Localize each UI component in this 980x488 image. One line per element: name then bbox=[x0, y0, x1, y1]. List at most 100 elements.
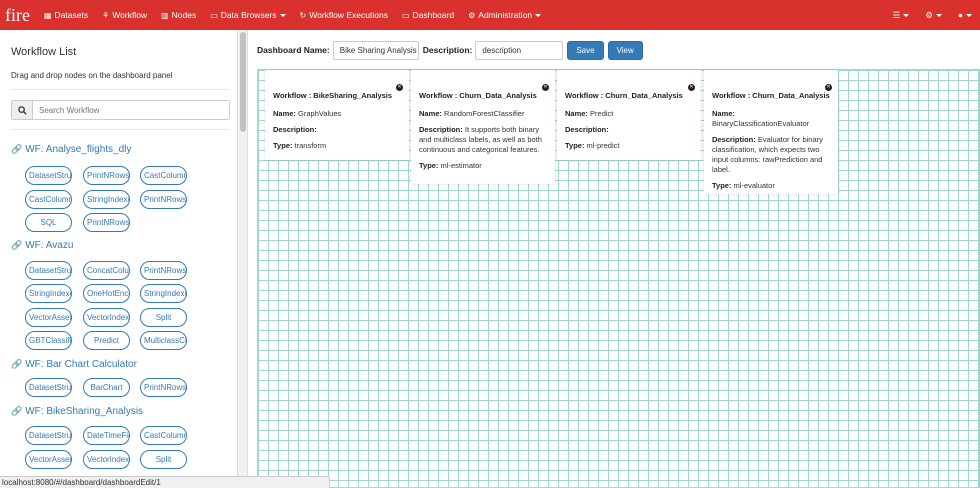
card-name: Predict bbox=[590, 109, 614, 118]
card-name: BinaryClassificationEvaluator bbox=[712, 119, 810, 128]
search-icon[interactable] bbox=[12, 101, 33, 119]
node-pill[interactable]: Split bbox=[140, 308, 187, 327]
top-navbar: fire ▦ Datasets ⚘ Workflow ▥ Nodes ▭ Data Br… bbox=[0, 0, 980, 30]
node-pill[interactable]: GBTClassifier bbox=[25, 331, 72, 350]
nav-list-menu[interactable]: ☰ bbox=[893, 10, 910, 21]
monitor-icon: ▭ bbox=[401, 10, 410, 20]
node-pill[interactable]: PrintNRows bbox=[83, 166, 130, 185]
node-pill[interactable]: SQL bbox=[25, 213, 72, 232]
card-workflow: Workflow : Churn_Data_Analysis bbox=[712, 91, 830, 100]
dashboard-grid-panel[interactable]: ✕ Workflow : BikeSharing_Analysis Name: … bbox=[257, 69, 980, 488]
gears-icon: ⚙ bbox=[925, 9, 933, 20]
description-label: Description: bbox=[422, 45, 473, 55]
browser-status-bar: localhost:8080/#/dashboard/dashboardEdit… bbox=[0, 476, 330, 488]
card-workflow: Workflow : Churn_Data_Analysis bbox=[419, 91, 537, 100]
brand-logo[interactable]: fire bbox=[5, 0, 30, 30]
node-pill[interactable]: StringIndexer bbox=[140, 284, 187, 303]
node-pill[interactable]: Split bbox=[140, 450, 187, 469]
node-pill[interactable]: CastColumn bbox=[140, 166, 187, 185]
node-pill[interactable]: DatasetStructure bbox=[25, 426, 72, 445]
node-pill[interactable]: DatasetStructure bbox=[25, 166, 72, 185]
nav-right: ☰ ⚙ ● bbox=[877, 0, 972, 30]
node-pill[interactable]: VectorIndexer bbox=[83, 450, 130, 469]
dashboard-card[interactable]: ✕ Workflow : BikeSharing_Analysis Name: … bbox=[265, 70, 409, 160]
nav-workflow-executions[interactable]: ↻ Workflow Executions bbox=[300, 10, 388, 20]
node-pill[interactable]: OneHotEncoder bbox=[83, 284, 130, 303]
card-name: RandomForestClassifier bbox=[444, 109, 525, 118]
node-pill[interactable]: PrintNRows bbox=[83, 213, 130, 232]
node-pill[interactable]: PrintNRows bbox=[140, 261, 187, 280]
dashboard-card[interactable]: ✕ Workflow : Churn_Data_Analysis Name: R… bbox=[411, 70, 555, 184]
node-pill[interactable]: VectorAssembler bbox=[25, 450, 72, 469]
nav-settings-menu[interactable]: ⚙ bbox=[925, 10, 942, 21]
caret-down-icon bbox=[535, 13, 542, 17]
card-type: ml-evaluator bbox=[733, 181, 775, 190]
caret-down-icon bbox=[903, 13, 910, 17]
caret-down-icon bbox=[966, 13, 972, 17]
node-pill[interactable]: CastColumn bbox=[25, 190, 72, 209]
dashboard-card[interactable]: ✕ Workflow : Churn_Data_Analysis Name: P… bbox=[557, 70, 701, 160]
node-pill[interactable]: Predict bbox=[83, 331, 130, 350]
workflow-title[interactable]: 🔗 WF: BikeSharing_Analysis bbox=[11, 406, 143, 417]
node-pill[interactable]: DatasetStructure bbox=[25, 261, 72, 280]
card-name: GraphValues bbox=[298, 109, 342, 118]
node-pill[interactable]: PrintNRows bbox=[140, 190, 187, 209]
card-type: ml-predict bbox=[586, 141, 620, 150]
search-input[interactable] bbox=[33, 101, 229, 119]
workflow-title[interactable]: 🔗 WF: Bar Chart Calculator bbox=[11, 359, 137, 370]
list-icon: ☰ bbox=[892, 9, 901, 20]
node-pill[interactable]: VectorIndexer bbox=[83, 308, 130, 327]
nav-user-menu[interactable]: ● bbox=[958, 10, 972, 20]
node-pill[interactable]: ConcatColumns bbox=[83, 261, 130, 280]
node-pill[interactable]: DatasetStructure bbox=[25, 378, 72, 397]
caret-down-icon bbox=[279, 13, 286, 17]
node-pill[interactable]: MulticlassClassificationEvaluator bbox=[140, 331, 187, 350]
nav-workflow[interactable]: ⚘ Workflow bbox=[102, 10, 147, 20]
node-pill[interactable]: StringIndexer bbox=[25, 284, 72, 303]
nav-administration[interactable]: ⚙ Administration bbox=[468, 10, 542, 20]
node-pill[interactable]: DateTimeFieldExtract bbox=[83, 426, 130, 445]
workflow-title[interactable]: 🔗 WF: Analyse_flights_dly bbox=[11, 144, 131, 155]
dashboard-name-label: Dashboard Name: bbox=[257, 45, 330, 55]
dashboard-card[interactable]: ✕ Workflow : Churn_Data_Analysis Name: B… bbox=[704, 70, 838, 194]
node-pill[interactable]: CastColumn bbox=[140, 426, 187, 445]
gear-icon: ⚙ bbox=[468, 10, 476, 20]
sidebar-scrollbar[interactable] bbox=[238, 30, 248, 488]
node-pill[interactable]: BarChart bbox=[83, 378, 130, 397]
workflow-group-avazu: 🔗 WF: Avazu bbox=[11, 240, 73, 251]
save-button[interactable]: Save bbox=[567, 40, 604, 60]
nav-datasets[interactable]: ▦ Datasets bbox=[44, 10, 88, 20]
card-workflow: Workflow : BikeSharing_Analysis bbox=[273, 91, 393, 100]
close-icon[interactable]: ✕ bbox=[825, 84, 832, 91]
view-button[interactable]: View bbox=[607, 40, 643, 60]
scrollbar-thumb[interactable] bbox=[240, 32, 246, 132]
search-box bbox=[11, 100, 230, 120]
description-input[interactable]: description bbox=[475, 40, 564, 60]
close-icon[interactable]: ✕ bbox=[542, 84, 549, 91]
link-icon: 🔗 bbox=[11, 359, 23, 369]
close-icon[interactable]: ✕ bbox=[396, 84, 403, 91]
folder-icon: ▭ bbox=[210, 10, 218, 20]
refresh-icon: ↻ bbox=[299, 10, 307, 20]
workflow-title[interactable]: 🔗 WF: Avazu bbox=[11, 240, 73, 251]
node-pill[interactable]: VectorAssembler bbox=[25, 308, 72, 327]
nav-nodes[interactable]: ▥ Nodes bbox=[161, 10, 196, 20]
divider bbox=[11, 129, 229, 130]
user-icon: ● bbox=[957, 10, 963, 20]
chart-icon: ▥ bbox=[161, 10, 169, 20]
card-type: ml-estimator bbox=[440, 161, 482, 170]
sidebar-subtitle: Drag and drop nodes on the dashboard pan… bbox=[11, 71, 173, 80]
link-icon: 🔗 bbox=[11, 144, 23, 154]
workflow-group-bikesharing: 🔗 WF: BikeSharing_Analysis bbox=[11, 406, 143, 417]
link-icon: 🔗 bbox=[11, 240, 23, 250]
dashboard-name-input[interactable]: Bike Sharing Analysis bbox=[332, 40, 419, 60]
node-pill[interactable]: StringIndexer bbox=[83, 190, 130, 209]
node-pill[interactable]: PrintNRows bbox=[140, 378, 187, 397]
nav-dashboard[interactable]: ▭ Dashboard bbox=[402, 10, 454, 20]
link-icon: 🔗 bbox=[11, 406, 23, 416]
nav-data-browsers[interactable]: ▭ Data Browsers bbox=[210, 10, 286, 20]
dashboard-toolbar: Dashboard Name: Bike Sharing Analysis De… bbox=[257, 40, 643, 60]
sidebar-title: Workflow List bbox=[11, 46, 77, 58]
workflow-group-analyse-flights: 🔗 WF: Analyse_flights_dly bbox=[11, 144, 131, 155]
close-icon[interactable]: ✕ bbox=[688, 84, 695, 91]
